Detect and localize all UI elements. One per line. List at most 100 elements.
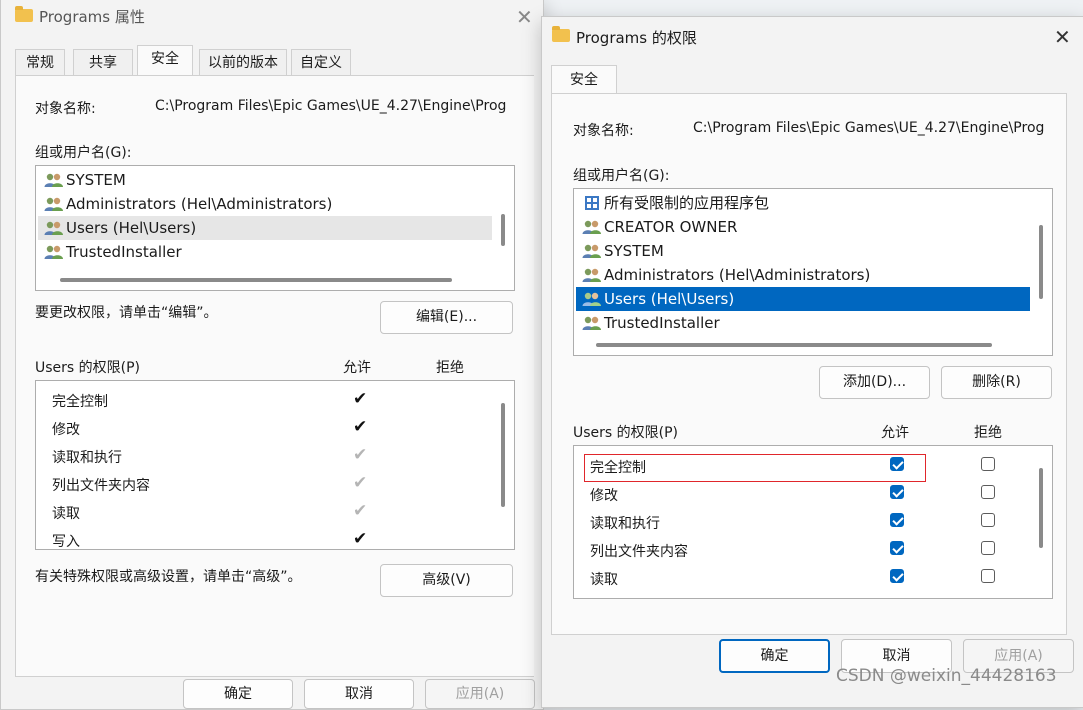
tab-previous-versions[interactable]: 以前的版本 — [199, 49, 287, 76]
list-item[interactable]: SYSTEM — [576, 239, 1030, 263]
group-users-label: 组或用户名(G): — [573, 168, 670, 184]
permission-name: 读取和执行 — [52, 450, 122, 466]
deny-header: 拒绝 — [974, 425, 1002, 441]
folder-icon — [15, 6, 33, 22]
allow-checkbox[interactable] — [890, 457, 904, 471]
permission-name: 列出文件夹内容 — [52, 478, 150, 494]
tab-security[interactable]: 安全 — [551, 65, 617, 94]
list-item[interactable]: Administrators (Hel\Administrators) — [38, 192, 492, 216]
object-name-label: 对象名称: — [573, 123, 634, 139]
window-title: Programs 属性 — [39, 8, 145, 26]
users-list[interactable]: SYSTEM Administrators (Hel\Administrator… — [35, 165, 515, 291]
checkmark-icon: ✔ — [353, 417, 368, 437]
allow-header: 允许 — [881, 425, 909, 441]
allow-checkbox[interactable] — [890, 485, 904, 499]
users-group-icon — [44, 221, 63, 235]
tab-strip: 常规 共享 安全 以前的版本 自定义 — [15, 45, 535, 76]
list-item-selected[interactable]: Users (Hel\Users) — [38, 216, 492, 240]
list-item[interactable]: TrustedInstaller — [576, 311, 1030, 335]
close-icon[interactable]: ✕ — [1054, 27, 1071, 47]
vertical-scrollbar[interactable] — [501, 403, 505, 507]
user-name: Users (Hel\Users) — [66, 219, 197, 237]
remove-button[interactable]: 删除(R) — [941, 366, 1052, 399]
checkmark-icon: ✔ — [353, 389, 368, 409]
permissions-titlebar: Programs 的权限 ✕ — [542, 17, 1083, 49]
folder-icon — [552, 26, 570, 42]
permissions-window: Programs 的权限 ✕ 安全 对象名称: C:\Program Files… — [541, 16, 1083, 708]
users-group-icon — [582, 244, 601, 258]
checkmark-icon: ✔ — [353, 445, 368, 465]
user-name: SYSTEM — [66, 171, 126, 189]
object-name-label: 对象名称: — [35, 101, 96, 117]
tab-sharing[interactable]: 共享 — [73, 49, 133, 76]
advanced-button[interactable]: 高级(V) — [380, 564, 513, 597]
horizontal-scrollbar[interactable] — [60, 278, 452, 282]
advanced-hint: 有关特殊权限或高级设置，请单击“高级”。 — [35, 569, 302, 585]
user-name: Administrators (Hel\Administrators) — [66, 195, 333, 213]
edit-button[interactable]: 编辑(E)... — [380, 301, 513, 334]
user-name: Users (Hel\Users) — [604, 290, 735, 308]
tab-security[interactable]: 安全 — [137, 45, 193, 76]
cancel-button[interactable]: 取消 — [304, 679, 414, 709]
permission-name: 列出文件夹内容 — [590, 544, 688, 560]
allow-checkbox[interactable] — [890, 513, 904, 527]
permission-name: 读取和执行 — [590, 516, 660, 532]
user-name: Administrators (Hel\Administrators) — [604, 266, 871, 284]
tab-customize[interactable]: 自定义 — [291, 49, 351, 76]
horizontal-scrollbar[interactable] — [596, 343, 992, 347]
permission-name: 修改 — [590, 488, 618, 504]
apply-button[interactable]: 应用(A) — [425, 679, 535, 709]
properties-titlebar: Programs 属性 ✕ — [1, 0, 543, 31]
deny-checkbox[interactable] — [981, 541, 995, 555]
list-item[interactable]: Administrators (Hel\Administrators) — [576, 263, 1030, 287]
deny-checkbox[interactable] — [981, 513, 995, 527]
checkmark-icon: ✔ — [353, 529, 368, 549]
vertical-scrollbar[interactable] — [501, 214, 505, 246]
security-panel: 对象名称: C:\Program Files\Epic Games\UE_4.2… — [551, 93, 1067, 635]
list-item[interactable]: SYSTEM — [38, 168, 492, 192]
user-name: 所有受限制的应用程序包 — [604, 194, 770, 212]
change-permissions-hint: 要更改权限，请单击“编辑”。 — [35, 305, 218, 321]
permissions-list: 完全控制 修改 读取和执行 列出文件夹内容 读取 — [573, 445, 1053, 599]
users-group-icon — [44, 173, 63, 187]
list-item[interactable]: 所有受限制的应用程序包 — [576, 191, 1030, 215]
permission-name: 完全控制 — [590, 460, 646, 476]
list-item[interactable]: CREATOR OWNER — [576, 215, 1030, 239]
allow-checkbox[interactable] — [890, 569, 904, 583]
users-group-icon — [44, 197, 63, 211]
users-group-icon — [582, 316, 601, 330]
users-group-icon — [44, 245, 63, 259]
permissions-header: Users 的权限(P) — [35, 360, 141, 376]
tab-general[interactable]: 常规 — [15, 49, 65, 76]
deny-checkbox[interactable] — [981, 569, 995, 583]
object-name-value: C:\Program Files\Epic Games\UE_4.27\Engi… — [155, 98, 507, 114]
properties-window: Programs 属性 ✕ 常规 共享 安全 以前的版本 自定义 对象名称: C… — [0, 0, 544, 710]
permission-name: 完全控制 — [52, 394, 108, 410]
app-package-icon — [585, 196, 599, 210]
user-name: SYSTEM — [604, 242, 664, 260]
deny-checkbox[interactable] — [981, 457, 995, 471]
allow-header: 允许 — [343, 360, 371, 376]
allow-checkbox[interactable] — [890, 541, 904, 555]
deny-header: 拒绝 — [436, 360, 464, 376]
ok-button[interactable]: 确定 — [183, 679, 293, 709]
ok-button[interactable]: 确定 — [719, 639, 830, 673]
permission-name: 读取 — [590, 572, 618, 588]
vertical-scrollbar[interactable] — [1039, 225, 1043, 299]
user-name: TrustedInstaller — [604, 314, 720, 332]
users-group-icon — [582, 268, 601, 282]
user-name: CREATOR OWNER — [604, 218, 738, 236]
vertical-scrollbar[interactable] — [1039, 468, 1043, 548]
object-name-value: C:\Program Files\Epic Games\UE_4.27\Engi… — [693, 120, 1045, 136]
list-item[interactable]: TrustedInstaller — [38, 240, 492, 264]
users-list[interactable]: 所有受限制的应用程序包 CREATOR OWNER SYSTEM Adminis… — [573, 188, 1053, 356]
deny-checkbox[interactable] — [981, 485, 995, 499]
add-button[interactable]: 添加(D)... — [819, 366, 930, 399]
close-icon[interactable]: ✕ — [516, 7, 533, 27]
permissions-list: 完全控制 ✔ 修改 ✔ 读取和执行 ✔ 列出文件夹内容 ✔ 读取 ✔ 写入 ✔ — [35, 380, 515, 550]
checkmark-icon: ✔ — [353, 501, 368, 521]
permission-name: 读取 — [52, 506, 80, 522]
permission-name: 写入 — [52, 534, 80, 550]
list-item-selected[interactable]: Users (Hel\Users) — [576, 287, 1030, 311]
group-users-label: 组或用户名(G): — [35, 145, 132, 161]
